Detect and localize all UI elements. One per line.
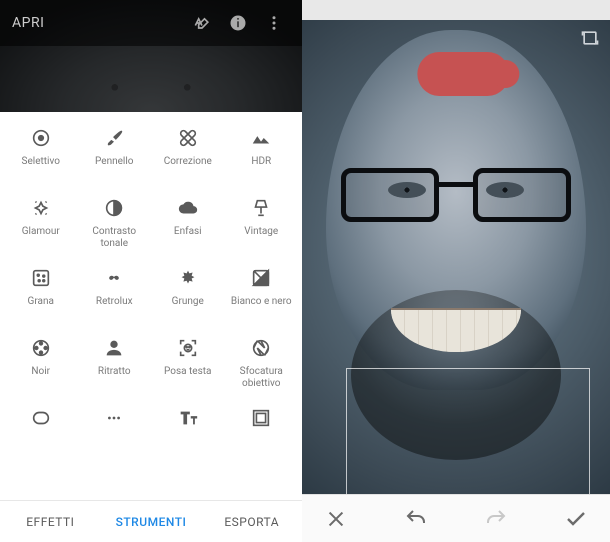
target-icon [29,126,53,150]
tool-text[interactable] [151,400,225,470]
open-button[interactable]: APRI [12,15,182,31]
brush-icon [102,126,126,150]
tool-lensblur[interactable]: Sfocatura obiettivo [225,330,299,400]
healing-tool-screen [302,0,610,542]
photo-subject-glasses [341,168,571,226]
tool-vintage[interactable]: Vintage [225,190,299,260]
tool-headpose[interactable]: Posa testa [151,330,225,400]
tool-label: Correzione [164,156,212,168]
tool-label: Contrasto tonale [80,226,148,249]
bandage-icon [176,126,200,150]
mountains-icon [249,126,273,150]
tool-grain[interactable]: Grana [4,260,78,330]
tool-label: Bianco e nero [231,296,292,308]
cloud-icon [176,196,200,220]
tool-label: Pennello [95,156,133,168]
tool-label: Posa testa [164,366,211,378]
tool-label: Retrolux [96,296,133,308]
redo-button[interactable] [480,503,512,535]
dots-icon [102,406,126,430]
tool-label: Selettivo [22,156,60,168]
bw-square-icon [249,266,273,290]
tool-retrolux[interactable]: Retrolux [78,260,152,330]
tools-panel: Selettivo Pennello Correzione HDR Glamour Con… [0,112,302,542]
editor-tools-screen: APRI Selettivo Pennello Correzione HDR Glamo… [0,0,302,542]
lamp-icon [249,196,273,220]
tab-effects[interactable]: EFFETTI [0,501,101,542]
tool-healing[interactable]: Correzione [151,120,225,190]
cancel-button[interactable] [320,503,352,535]
tool-hdr[interactable]: HDR [225,120,299,190]
healing-brush-stroke[interactable] [417,52,509,96]
text-tt-icon [176,406,200,430]
tool-label: Glamour [22,226,60,238]
mustache-icon [102,266,126,290]
action-bar [302,494,610,542]
frame-icon [249,406,273,430]
tool-label: Grana [28,296,54,308]
tool-vignette[interactable] [4,400,78,470]
tool-label: Vintage [244,226,278,238]
tool-brush[interactable]: Pennello [78,120,152,190]
status-bar [302,0,610,20]
tool-portrait[interactable]: Ritratto [78,330,152,400]
tool-label: Ritratto [98,366,131,378]
face-scan-icon [176,336,200,360]
tool-label: HDR [251,156,271,168]
photo-canvas[interactable] [302,20,610,494]
crop-overlay[interactable] [346,368,590,494]
half-circle-icon [102,196,126,220]
film-grain-icon [29,266,53,290]
edit-stack-icon[interactable] [186,7,218,39]
overflow-menu-icon[interactable] [258,7,290,39]
undo-button[interactable] [400,503,432,535]
sparkle-icon [29,196,53,220]
tool-label: Sfocatura obiettivo [227,366,295,389]
tool-label: Noir [31,366,50,378]
apply-button[interactable] [560,503,592,535]
tab-tools[interactable]: STRUMENTI [101,501,202,542]
tool-tonal[interactable]: Contrasto tonale [78,190,152,260]
splat-icon [176,266,200,290]
vignette-icon [29,406,53,430]
tool-grunge[interactable]: Grunge [151,260,225,330]
person-icon [102,336,126,360]
tool-unknown1[interactable] [78,400,152,470]
tool-glamour[interactable]: Glamour [4,190,78,260]
aperture-icon [249,336,273,360]
tool-frames[interactable] [225,400,299,470]
rotate-icon[interactable] [580,28,600,48]
bottom-tab-bar: EFFETTI STRUMENTI ESPORTA [0,500,302,542]
top-toolbar: APRI [0,0,302,46]
tool-grid: Selettivo Pennello Correzione HDR Glamour Con… [0,112,302,500]
tool-label: Grunge [172,296,204,308]
tool-noir[interactable]: Noir [4,330,78,400]
info-icon[interactable] [222,7,254,39]
tool-selective[interactable]: Selettivo [4,120,78,190]
tool-label: Enfasi [174,226,202,238]
film-reel-icon [29,336,53,360]
tab-export[interactable]: ESPORTA [201,501,302,542]
tool-drama[interactable]: Enfasi [151,190,225,260]
tool-bw[interactable]: Bianco e nero [225,260,299,330]
